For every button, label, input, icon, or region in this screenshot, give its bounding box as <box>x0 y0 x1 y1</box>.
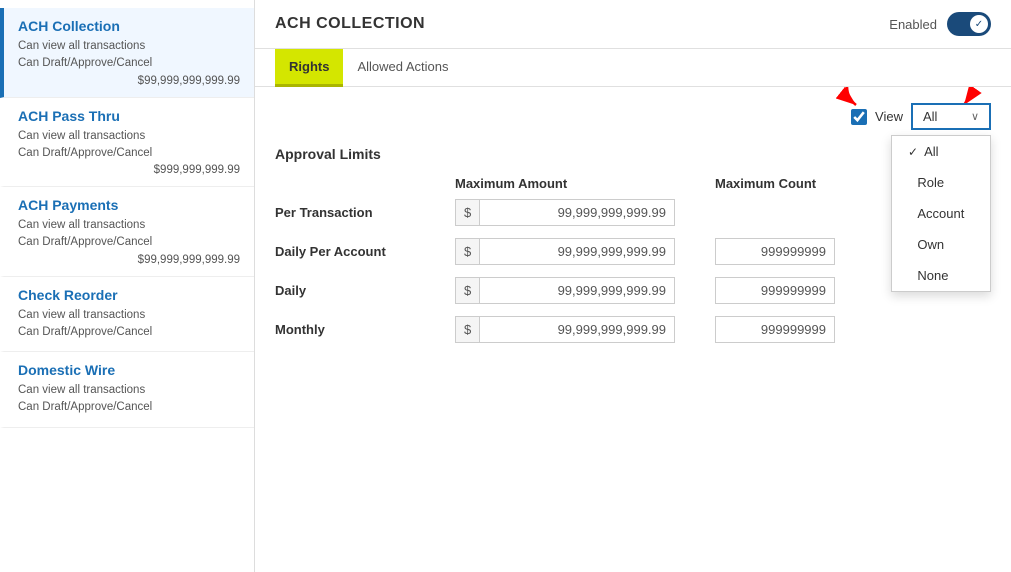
count-cell: 999999999 <box>715 277 915 304</box>
amount-input-group: $ 99,999,999,999.99 <box>455 316 715 343</box>
check-icon <box>908 176 911 190</box>
sidebar-card-title: Check Reorder <box>18 287 240 303</box>
sidebar-card-sub2: Can Draft/Approve/Cancel <box>18 145 240 162</box>
row-label: Daily Per Account <box>275 244 455 259</box>
sidebar-card-sub2: Can Draft/Approve/Cancel <box>18 55 240 72</box>
toggle-thumb: ✓ <box>970 15 988 33</box>
currency-prefix: $ <box>456 200 480 225</box>
check-icon <box>908 238 911 252</box>
currency-prefix: $ <box>456 239 480 264</box>
amount-field[interactable]: $ 99,999,999,999.99 <box>455 238 675 265</box>
sidebar-card-sub1: Can view all transactions <box>18 217 240 234</box>
amount-value: 99,999,999,999.99 <box>480 278 674 303</box>
sidebar-card-sub1: Can view all transactions <box>18 382 240 399</box>
count-field[interactable]: 999999999 <box>715 277 835 304</box>
approval-rows: Per Transaction $ 99,999,999,999.99 Dail… <box>275 199 991 343</box>
sidebar-card-domestic-wire[interactable]: Domestic Wire Can view all transactions … <box>0 352 254 428</box>
dropdown-item-own[interactable]: Own <box>892 229 990 260</box>
amount-field[interactable]: $ 99,999,999,999.99 <box>455 316 675 343</box>
sidebar-card-ach-pass-thru[interactable]: ACH Pass Thru Can view all transactions … <box>0 98 254 188</box>
col-headers-row: Maximum Amount Maximum Count <box>275 176 991 191</box>
main-header: ACH COLLECTION Enabled ✓ <box>255 0 1011 49</box>
amount-value: 99,999,999,999.99 <box>480 239 674 264</box>
sidebar-card-ach-payments[interactable]: ACH Payments Can view all transactions C… <box>0 187 254 277</box>
sidebar-card-amount: $999,999,999.99 <box>18 164 240 176</box>
chevron-down-icon: ∨ <box>971 110 979 123</box>
sidebar: ACH Collection Can view all transactions… <box>0 0 255 572</box>
sidebar-card-amount: $99,999,999,999.99 <box>18 254 240 266</box>
approval-row: Per Transaction $ 99,999,999,999.99 <box>275 199 991 226</box>
dropdown-item-all[interactable]: ✓ All <box>892 136 990 167</box>
amount-input-group: $ 99,999,999,999.99 <box>455 277 715 304</box>
check-icon <box>908 207 911 221</box>
sidebar-card-sub2: Can Draft/Approve/Cancel <box>18 399 240 416</box>
content-area: View All ∨ ✓ All Role Account Own None <box>255 87 1011 572</box>
sidebar-card-sub2: Can Draft/Approve/Cancel <box>18 234 240 251</box>
count-field[interactable]: 999999999 <box>715 316 835 343</box>
approval-table: Maximum Amount Maximum Count Per Transac… <box>275 176 991 343</box>
dropdown-item-label: All <box>924 144 938 159</box>
col-header-amount: Maximum Amount <box>455 176 715 191</box>
dropdown-item-label: Account <box>917 206 964 221</box>
sidebar-card-sub1: Can view all transactions <box>18 38 240 55</box>
sidebar-card-title: Domestic Wire <box>18 362 240 378</box>
amount-field[interactable]: $ 99,999,999,999.99 <box>455 277 675 304</box>
view-row: View All ∨ ✓ All Role Account Own None <box>275 103 991 130</box>
approval-limits-title: Approval Limits <box>275 146 991 162</box>
currency-prefix: $ <box>456 317 480 342</box>
dropdown-item-role[interactable]: Role <box>892 167 990 198</box>
amount-value: 99,999,999,999.99 <box>480 317 674 342</box>
dropdown-item-none[interactable]: None <box>892 260 990 291</box>
dropdown-selected-value: All <box>923 109 937 124</box>
approval-row: Monthly $ 99,999,999,999.99 999999999 <box>275 316 991 343</box>
approval-row: Daily Per Account $ 99,999,999,999.99 99… <box>275 238 991 265</box>
count-field[interactable]: 999999999 <box>715 238 835 265</box>
amount-input-group: $ 99,999,999,999.99 <box>455 238 715 265</box>
tab-rights[interactable]: Rights <box>275 49 343 87</box>
header-right: Enabled ✓ <box>889 12 991 36</box>
all-dropdown-button[interactable]: All ∨ <box>911 103 991 130</box>
count-cell: 999999999 <box>715 238 915 265</box>
check-icon <box>908 269 911 283</box>
view-checkbox[interactable] <box>851 109 867 125</box>
enabled-toggle[interactable]: ✓ <box>947 12 991 36</box>
row-label: Per Transaction <box>275 205 455 220</box>
dropdown-menu: ✓ All Role Account Own None <box>891 135 991 292</box>
amount-input-group: $ 99,999,999,999.99 <box>455 199 715 226</box>
sidebar-card-check-reorder[interactable]: Check Reorder Can view all transactions … <box>0 277 254 353</box>
sidebar-card-sub1: Can view all transactions <box>18 307 240 324</box>
amount-field[interactable]: $ 99,999,999,999.99 <box>455 199 675 226</box>
sidebar-card-ach-collection[interactable]: ACH Collection Can view all transactions… <box>0 8 254 98</box>
count-cell: 999999999 <box>715 316 915 343</box>
page-title: ACH COLLECTION <box>275 15 425 33</box>
sidebar-card-title: ACH Pass Thru <box>18 108 240 124</box>
sidebar-card-title: ACH Payments <box>18 197 240 213</box>
row-label: Monthly <box>275 322 455 337</box>
dropdown-item-account[interactable]: Account <box>892 198 990 229</box>
currency-prefix: $ <box>456 278 480 303</box>
check-icon: ✓ <box>908 145 918 159</box>
row-label: Daily <box>275 283 455 298</box>
sidebar-card-amount: $99,999,999,999.99 <box>18 75 240 87</box>
approval-row: Daily $ 99,999,999,999.99 999999999 <box>275 277 991 304</box>
col-header-empty <box>275 176 455 191</box>
dropdown-item-label: None <box>917 268 948 283</box>
enabled-label: Enabled <box>889 17 937 32</box>
sidebar-card-title: ACH Collection <box>18 18 240 34</box>
view-label: View <box>875 109 903 124</box>
col-header-count: Maximum Count <box>715 176 915 191</box>
sidebar-card-sub2: Can Draft/Approve/Cancel <box>18 324 240 341</box>
dropdown-item-label: Own <box>917 237 944 252</box>
main-panel: ACH COLLECTION Enabled ✓ RightsAllowed A… <box>255 0 1011 572</box>
amount-value: 99,999,999,999.99 <box>480 200 674 225</box>
sidebar-card-sub1: Can view all transactions <box>18 128 240 145</box>
dropdown-item-label: Role <box>917 175 944 190</box>
tab-allowed-actions[interactable]: Allowed Actions <box>343 49 462 87</box>
tabs: RightsAllowed Actions <box>255 49 1011 87</box>
